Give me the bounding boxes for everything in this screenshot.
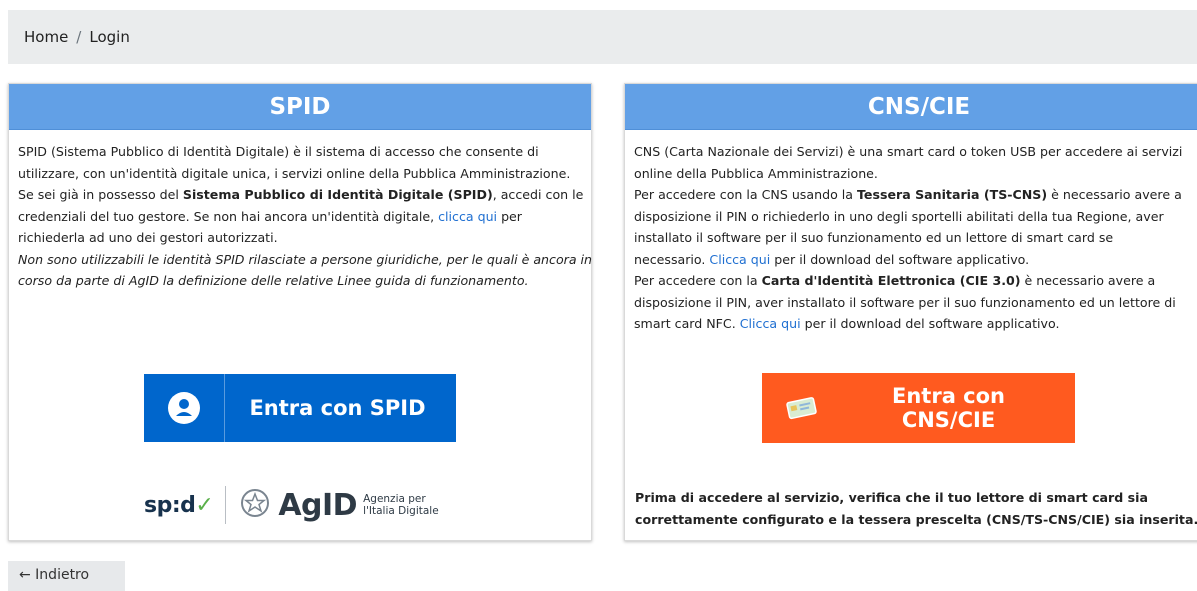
user-icon xyxy=(144,374,225,442)
login-spid-button[interactable]: Entra con SPID xyxy=(144,374,456,442)
cns-text-line: online della Pubblica Amministrazione. xyxy=(634,165,878,181)
spid-text-line: Se sei già in possesso del Sistema Pubbl… xyxy=(18,187,584,202)
cns-text-line: disposizione il PIN, aver installato il … xyxy=(634,294,1176,310)
smart-card-icon xyxy=(762,373,842,443)
login-cns-cie-button[interactable]: Entra con CNS/CIE xyxy=(762,373,1075,443)
cns-card: CNS/CIE CNS (Carta Nazionale dei Servizi… xyxy=(624,83,1197,541)
breadcrumb-current: Login xyxy=(89,28,130,46)
breadcrumb-home-link[interactable]: Home xyxy=(24,28,68,46)
spid-text-line: credenziali del tuo gestore. Se non hai … xyxy=(18,208,522,224)
agid-subtitle: Agenzia per l'Italia Digitale xyxy=(363,493,439,517)
login-cns-cie-button-label: Entra con CNS/CIE xyxy=(892,384,1005,432)
spid-card-title: SPID xyxy=(9,84,591,130)
back-button[interactable]: ← Indietro xyxy=(8,561,125,591)
cns-text-line: smart card NFC. Clicca qui per il downlo… xyxy=(634,316,1060,331)
spid-warning-line: corso da parte di AgID la definizione de… xyxy=(18,273,529,288)
cns-note-line: Prima di accedere al servizio, verifica … xyxy=(635,490,1148,505)
logo-divider xyxy=(225,486,227,524)
cns-card-title: CNS/CIE xyxy=(625,84,1197,130)
spid-warning-line: Non sono utilizzabili le identità SPID r… xyxy=(18,251,593,267)
italian-republic-emblem-icon xyxy=(240,488,270,522)
spid-logo: sp:d✓ xyxy=(144,492,214,518)
cns-text-line: necessario. Clicca qui per il download d… xyxy=(634,251,1030,267)
cns-reader-note: Prima di accedere al servizio, verifica … xyxy=(635,487,1197,530)
cns-download-link[interactable]: Clicca qui xyxy=(709,252,770,267)
spid-text-line: SPID (Sistema Pubblico di Identità Digit… xyxy=(18,144,539,159)
spid-agid-logos: sp:d✓ AgID Agenzia per l'Italia Digitale xyxy=(144,482,439,528)
spid-text-line: utilizzare, con un'identità digitale uni… xyxy=(18,165,571,181)
cns-text-line: CNS (Carta Nazionale dei Servizi) è una … xyxy=(634,144,1183,159)
spid-description: SPID (Sistema Pubblico di Identità Digit… xyxy=(9,130,593,292)
cie-download-link[interactable]: Clicca qui xyxy=(740,316,801,331)
breadcrumb: Home / Login xyxy=(8,10,1197,64)
spid-text-line: richiederla ad uno dei gestori autorizza… xyxy=(18,230,278,245)
breadcrumb-separator: / xyxy=(76,28,82,46)
cns-description: CNS (Carta Nazionale dei Servizi) è una … xyxy=(625,130,1197,335)
spid-register-link[interactable]: clicca qui xyxy=(438,209,497,224)
cns-text-line: Per accedere con la CNS usando la Tesser… xyxy=(634,187,1182,202)
cns-text-line: installato il software per il suo funzio… xyxy=(634,230,1114,245)
cns-text-line: Per accedere con la Carta d'Identità Ele… xyxy=(634,273,1156,288)
agid-logo: AgID xyxy=(278,487,358,523)
cns-note-line: correttamente configurato e la tessera p… xyxy=(635,511,1197,527)
spid-card: SPID SPID (Sistema Pubblico di Identità … xyxy=(8,83,592,541)
cns-text-line: disposizione il PIN o richiederlo in uno… xyxy=(634,208,1164,224)
login-spid-button-label: Entra con SPID xyxy=(249,396,426,420)
